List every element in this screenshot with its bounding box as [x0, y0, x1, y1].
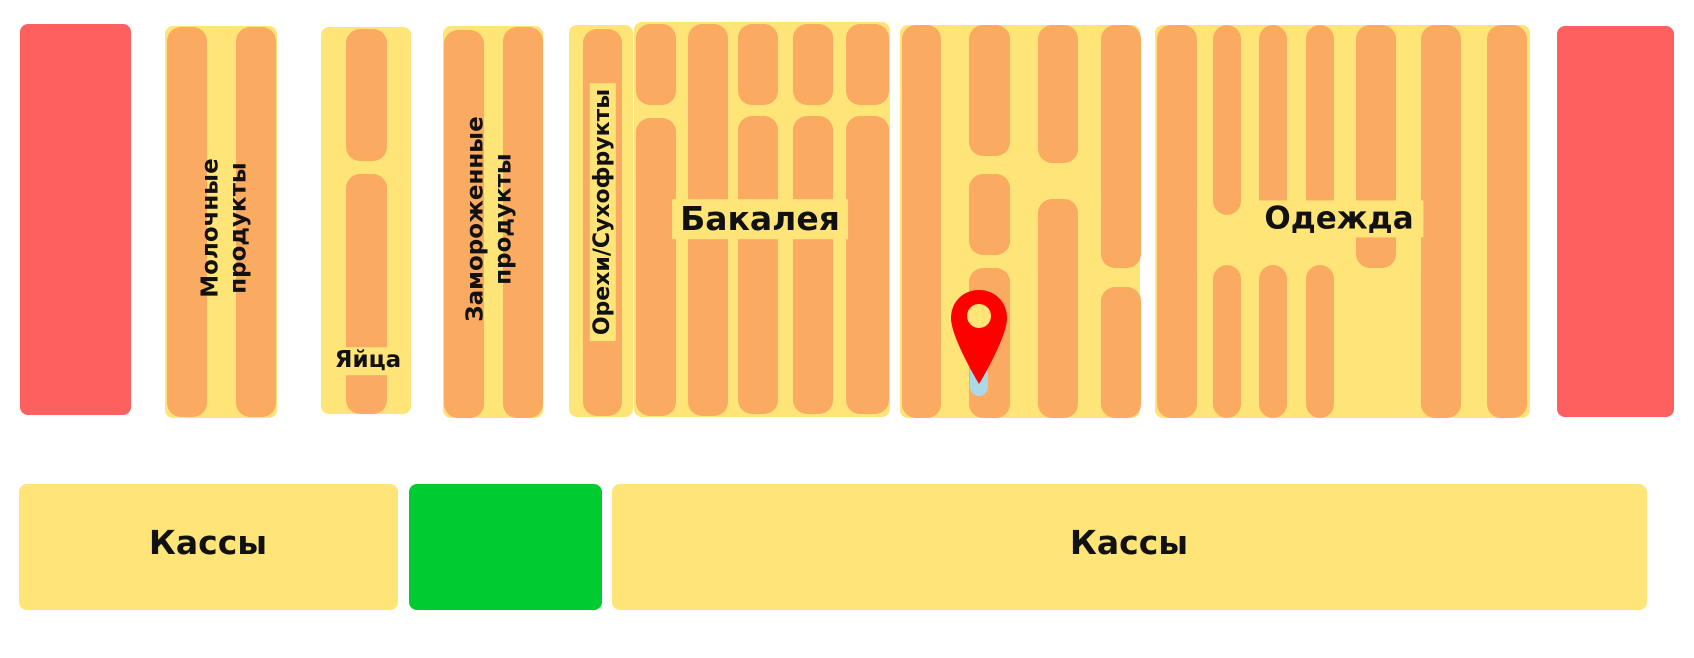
shelf — [738, 116, 778, 414]
shelf — [636, 118, 676, 416]
shelf — [793, 24, 833, 105]
shelf — [1306, 25, 1334, 215]
shelf — [1421, 25, 1461, 418]
shelf — [1101, 287, 1141, 418]
shelf — [738, 24, 778, 105]
entrance-zone[interactable] — [409, 484, 602, 610]
shelf — [1038, 25, 1078, 163]
restricted-zone-left — [20, 24, 131, 415]
shelf — [1259, 265, 1287, 418]
section-label-grocery: Бакалея — [672, 199, 848, 239]
section-label-nuts: Орехи/Сухофрукты — [589, 82, 617, 342]
checkout-label-right: Кассы — [1069, 523, 1189, 563]
shelf — [1213, 265, 1241, 418]
shelf — [1213, 25, 1241, 215]
checkout-label-left: Кассы — [148, 523, 268, 563]
shelf — [793, 116, 833, 414]
shelf — [1259, 25, 1287, 215]
shelf — [1157, 25, 1197, 418]
shelf — [969, 25, 1010, 156]
shelf — [846, 24, 889, 105]
shelf — [1306, 265, 1334, 418]
shelf — [969, 174, 1010, 255]
shelf — [346, 29, 387, 161]
section-label-frozen: Замороженные продукты — [462, 116, 516, 322]
section-label-clothing: Одежда — [1254, 200, 1424, 238]
location-pin-icon — [948, 288, 1010, 396]
shelf — [1101, 25, 1141, 268]
restricted-zone-right — [1557, 26, 1674, 417]
shelf — [1487, 25, 1527, 418]
section-label-dairy: Молочные продукты — [197, 158, 251, 298]
shelf — [846, 116, 889, 414]
store-map: Молочные продукты Яйца Замороженные прод… — [0, 0, 1694, 658]
shelf — [1038, 199, 1078, 418]
section-label-eggs: Яйца — [330, 347, 406, 375]
shelf — [346, 174, 387, 414]
shelf — [636, 24, 676, 105]
shelf — [902, 25, 941, 418]
